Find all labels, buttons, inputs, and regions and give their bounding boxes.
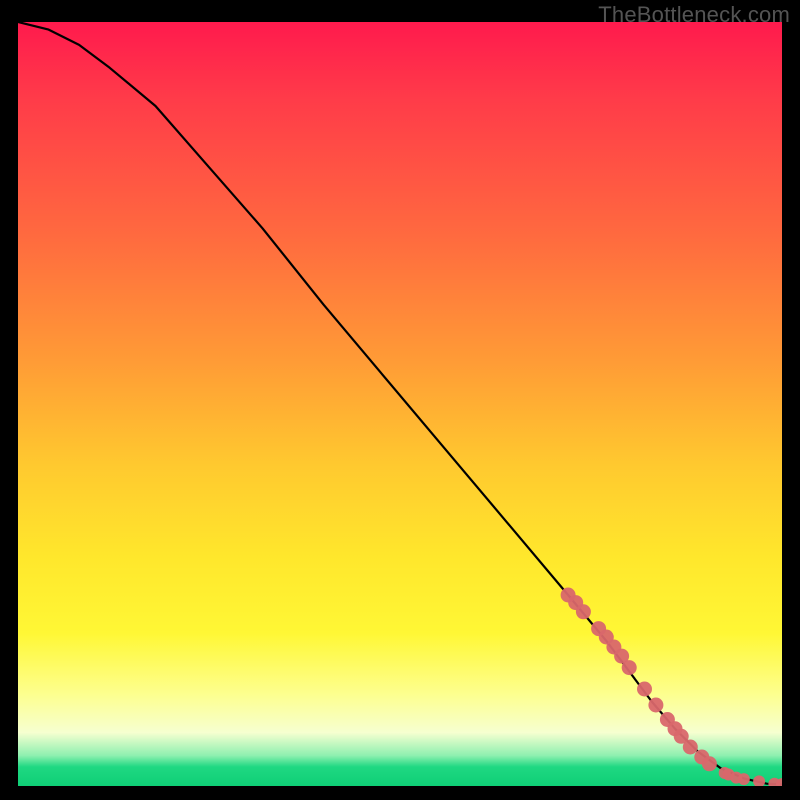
- chart-svg: [18, 22, 782, 786]
- plot-area: [18, 22, 782, 786]
- highlight-markers: [561, 588, 782, 787]
- main-curve: [18, 22, 782, 785]
- marker-dot: [683, 740, 698, 755]
- marker-dot: [648, 698, 663, 713]
- chart-stage: TheBottleneck.com: [0, 0, 800, 800]
- marker-dot: [576, 604, 591, 619]
- marker-dot: [738, 773, 750, 785]
- marker-dot: [622, 660, 637, 675]
- marker-dot: [753, 775, 765, 786]
- marker-dot: [702, 756, 717, 771]
- marker-dot: [637, 682, 652, 697]
